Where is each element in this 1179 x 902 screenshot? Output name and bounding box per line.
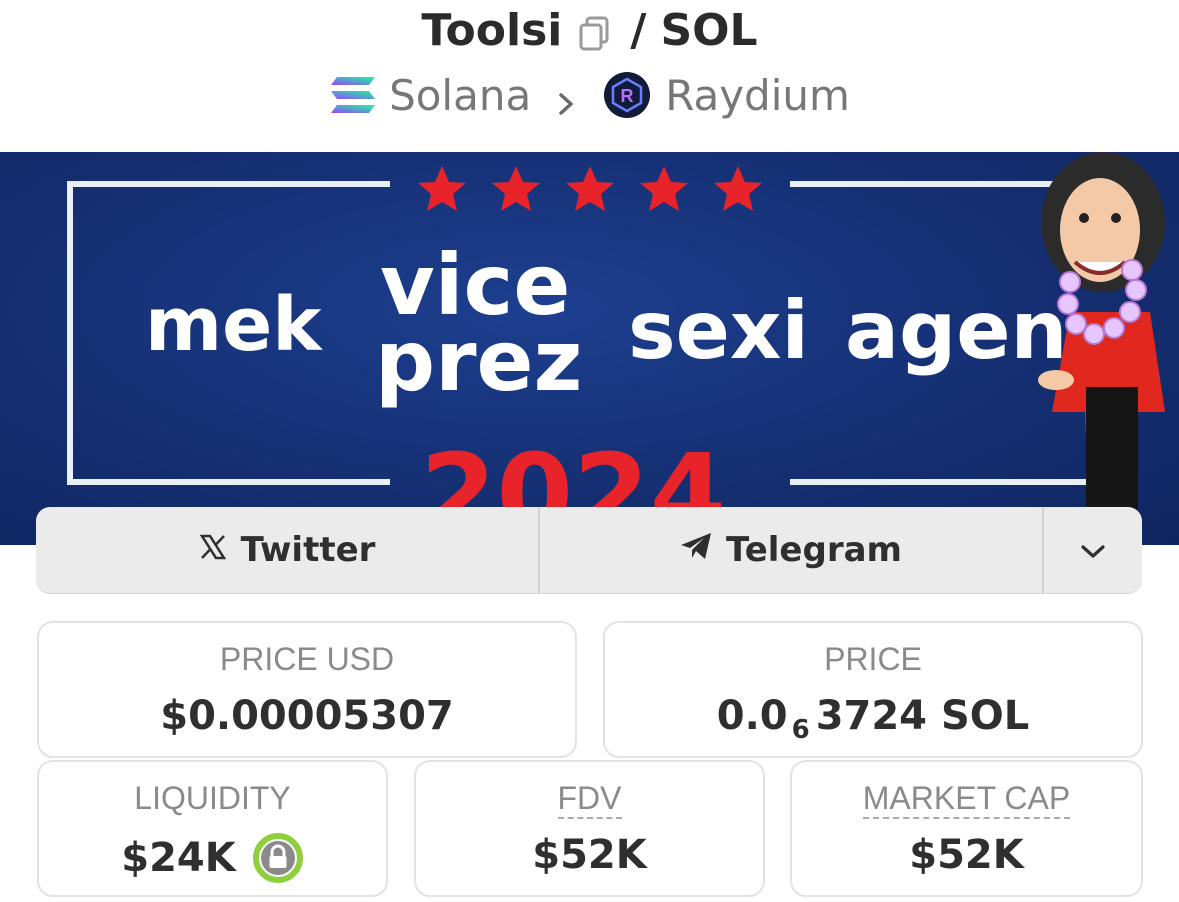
twitter-label: Twitter xyxy=(240,530,376,570)
market-cap-card[interactable]: MARKET CAP $52K xyxy=(790,760,1143,897)
liquidity-label: LIQUIDITY xyxy=(134,780,291,816)
liquidity-card: LIQUIDITY $24K xyxy=(37,760,388,897)
dex-name[interactable]: Raydium xyxy=(665,71,850,120)
price-native-value: 0.0 6 3724 SOL xyxy=(605,693,1141,745)
chevron-down-icon xyxy=(1080,530,1106,570)
banner-word-mek: mek xyxy=(145,282,323,368)
price-native-zero-count: 6 xyxy=(791,715,810,745)
fdv-label: FDV xyxy=(557,780,622,819)
pair-title: Toolsi / SOL xyxy=(0,0,1179,60)
token-page: Toolsi / SOL Solana R Raydium mek vice p… xyxy=(0,0,1179,902)
chevron-right-icon xyxy=(555,80,579,115)
fdv-value: $52K xyxy=(532,832,647,878)
liquidity-value-row: $24K xyxy=(39,832,386,884)
raydium-icon: R xyxy=(603,71,651,119)
price-usd-value: $0.00005307 xyxy=(160,693,454,739)
x-twitter-icon xyxy=(199,530,227,570)
price-native-label: PRICE xyxy=(824,641,922,677)
banner-word-sexi: sexi xyxy=(628,284,809,377)
market-cap-label-wrap: MARKET CAP xyxy=(792,780,1141,819)
market-cap-value: $52K xyxy=(909,832,1024,878)
chain-name[interactable]: Solana xyxy=(389,71,531,120)
price-usd-card: PRICE USD $0.00005307 xyxy=(37,621,577,758)
svg-text:R: R xyxy=(621,86,634,106)
chain-dex-breadcrumb: Solana R Raydium xyxy=(0,68,1179,122)
token-name: Toolsi xyxy=(421,4,563,56)
telegram-link-button[interactable]: Telegram xyxy=(540,507,1044,593)
fdv-card[interactable]: FDV $52K xyxy=(414,760,765,897)
price-native-suffix: 3724 SOL xyxy=(815,693,1030,739)
telegram-plane-icon xyxy=(680,530,712,570)
more-links-button[interactable] xyxy=(1044,507,1142,593)
solana-icon xyxy=(329,75,377,115)
pair-separator: / xyxy=(630,4,647,56)
lock-icon[interactable] xyxy=(252,832,304,884)
copy-icon[interactable] xyxy=(578,12,610,51)
price-usd-label: PRICE USD xyxy=(219,641,395,677)
banner-word-prez: prez xyxy=(375,312,582,410)
twitter-link-button[interactable]: Twitter xyxy=(36,507,540,593)
social-links-bar: Twitter Telegram xyxy=(36,507,1142,593)
price-native-card: PRICE 0.0 6 3724 SOL xyxy=(603,621,1143,758)
banner-word-agen: agen xyxy=(845,284,1067,377)
token-banner-image: mek vice prez sexi agen 2024 xyxy=(0,152,1179,545)
banner-stars xyxy=(418,166,762,211)
liquidity-value: $24K xyxy=(121,835,236,881)
fdv-label-wrap: FDV xyxy=(416,780,763,819)
price-native-prefix: 0.0 xyxy=(716,693,788,739)
telegram-label: Telegram xyxy=(726,530,902,570)
quote-token: SOL xyxy=(660,4,758,56)
market-cap-label: MARKET CAP xyxy=(862,780,1071,819)
